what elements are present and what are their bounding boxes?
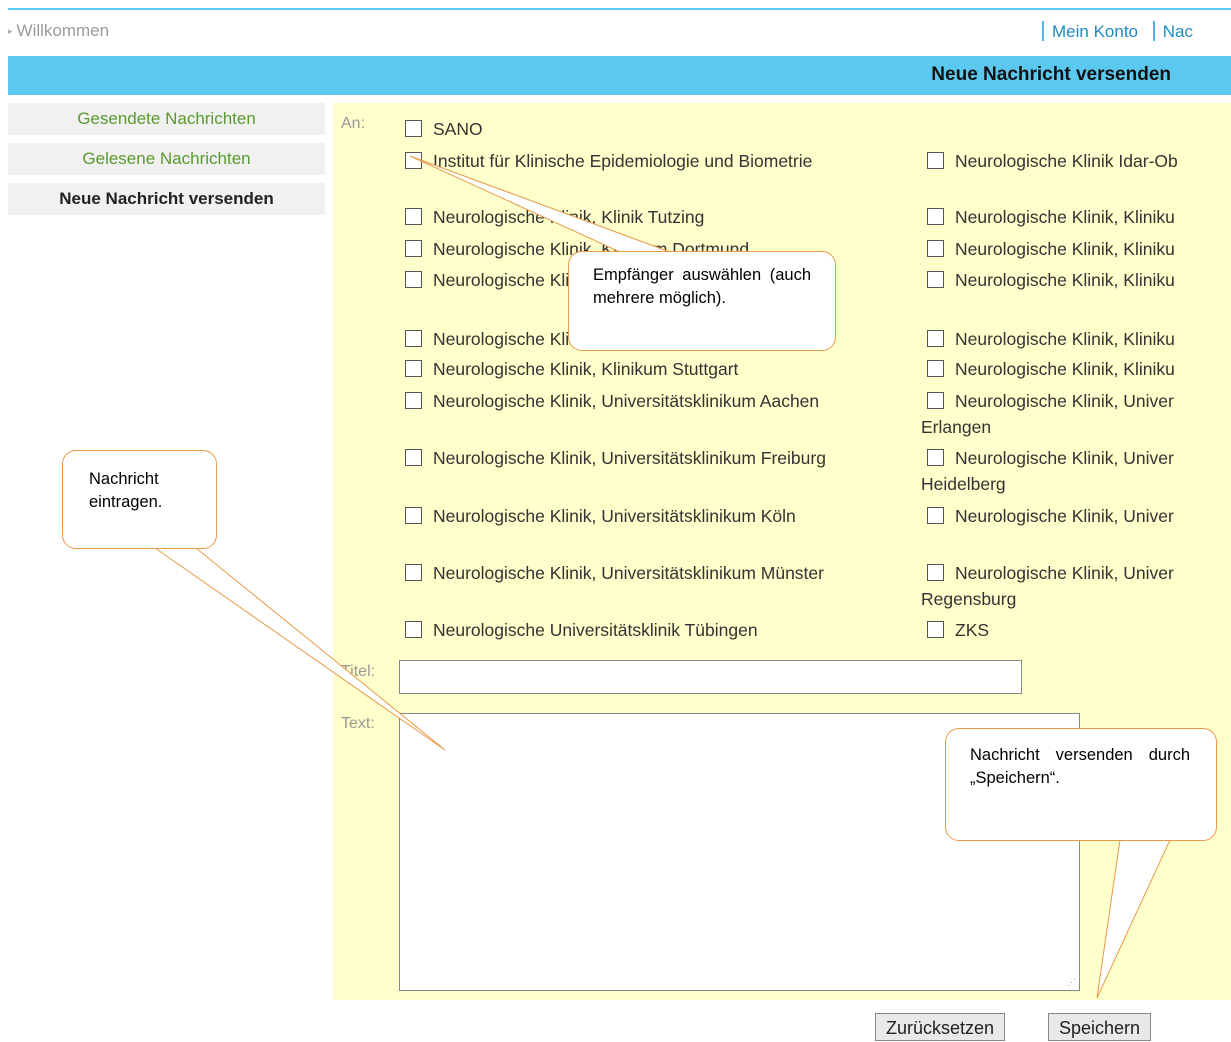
recipients-callout-pointer [409, 155, 671, 253]
message-callout: Nachricht eintragen. [62, 450, 217, 549]
message-callout-pointer [153, 547, 446, 751]
send-callout-pointer [1096, 839, 1171, 999]
recipients-callout: Empfänger auswählen (auch mehrere möglic… [568, 251, 836, 351]
send-callout: Nachricht versenden durch „Speichern“. [945, 728, 1217, 841]
